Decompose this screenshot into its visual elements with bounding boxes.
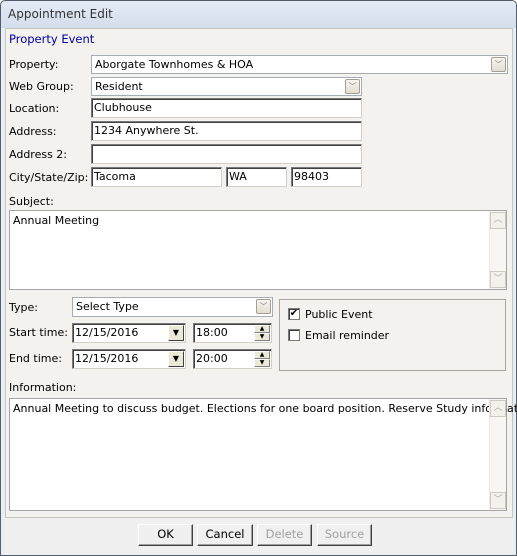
property-value: Aborgate Townhomes & HOA [95, 58, 254, 71]
type-select[interactable]: Select Type ﹀ [72, 297, 273, 317]
city-input[interactable]: Tacoma [91, 167, 222, 187]
source-button[interactable]: Source [317, 524, 372, 546]
dropdown-arrow-icon[interactable]: ▼ [168, 351, 184, 367]
location-input[interactable]: Clubhouse [91, 98, 362, 118]
ok-button[interactable]: OK [138, 524, 193, 546]
cancel-button[interactable]: Cancel [197, 524, 253, 546]
end-time-value: 20:00 [196, 352, 228, 365]
subject-textarea[interactable]: Annual Meeting ︿ ﹀ [9, 210, 507, 290]
section-title: Property Event [9, 32, 95, 46]
start-date-value: 12/15/2016 [75, 326, 139, 339]
start-date-picker[interactable]: 12/15/2016 ▼ [72, 323, 186, 343]
subject-label: Subject: [9, 195, 54, 208]
spin-down-icon[interactable]: ▼ [254, 359, 270, 367]
address-label: Address: [9, 125, 57, 138]
end-date-value: 12/15/2016 [75, 352, 139, 365]
window-title: Appointment Edit [8, 7, 113, 21]
email-reminder-checkbox[interactable] [288, 329, 300, 341]
chevron-up-icon[interactable]: ︿ [490, 400, 506, 417]
address2-input[interactable] [91, 144, 362, 164]
chevron-down-icon[interactable]: ﹀ [345, 79, 360, 94]
city-state-zip-label: City/State/Zip: [9, 171, 89, 184]
location-label: Location: [9, 102, 60, 115]
end-date-picker[interactable]: 12/15/2016 ▼ [72, 349, 186, 369]
delete-button[interactable]: Delete [257, 524, 312, 546]
public-event-checkbox[interactable]: ✔ [288, 308, 300, 320]
address2-label: Address 2: [9, 148, 68, 161]
chevron-down-icon[interactable]: ﹀ [490, 492, 506, 509]
email-reminder-label[interactable]: Email reminder [305, 329, 389, 342]
chevron-down-icon[interactable]: ﹀ [256, 299, 271, 314]
start-time-label: Start time: [9, 326, 68, 339]
zip-input[interactable]: 98403 [291, 167, 362, 187]
dropdown-arrow-icon[interactable]: ▼ [168, 325, 184, 341]
web-group-label: Web Group: [9, 80, 74, 93]
subject-scrollbar[interactable]: ︿ ﹀ [489, 211, 506, 289]
start-time-value: 18:00 [196, 326, 228, 339]
type-label: Type: [9, 301, 38, 314]
spin-down-icon[interactable]: ▼ [254, 333, 270, 341]
start-time-spinner[interactable]: 18:00 ▲ ▼ [193, 323, 272, 343]
public-event-label[interactable]: Public Event [305, 308, 373, 321]
chevron-down-icon[interactable]: ﹀ [491, 57, 506, 72]
end-time-spinner[interactable]: 20:00 ▲ ▼ [193, 349, 272, 369]
title-bar: Appointment Edit [1, 1, 516, 28]
information-value: Annual Meeting to discuss budget. Electi… [13, 402, 517, 415]
subject-value: Annual Meeting [13, 214, 100, 227]
state-input[interactable]: WA [226, 167, 287, 187]
information-scrollbar[interactable]: ︿ ﹀ [489, 399, 506, 510]
information-textarea[interactable]: Annual Meeting to discuss budget. Electi… [9, 398, 517, 511]
web-group-value: Resident [95, 80, 143, 93]
chevron-up-icon[interactable]: ︿ [490, 212, 506, 229]
property-label: Property: [9, 58, 59, 71]
information-label: Information: [9, 381, 77, 394]
end-time-label: End time: [9, 352, 62, 365]
spin-up-icon[interactable]: ▲ [254, 351, 270, 359]
web-group-select[interactable]: Resident ﹀ [91, 77, 362, 96]
spin-up-icon[interactable]: ▲ [254, 325, 270, 333]
type-value: Select Type [76, 300, 139, 313]
property-select[interactable]: Aborgate Townhomes & HOA ﹀ [91, 55, 508, 74]
chevron-down-icon[interactable]: ﹀ [490, 271, 506, 288]
address-input[interactable]: 1234 Anywhere St. [91, 121, 362, 141]
